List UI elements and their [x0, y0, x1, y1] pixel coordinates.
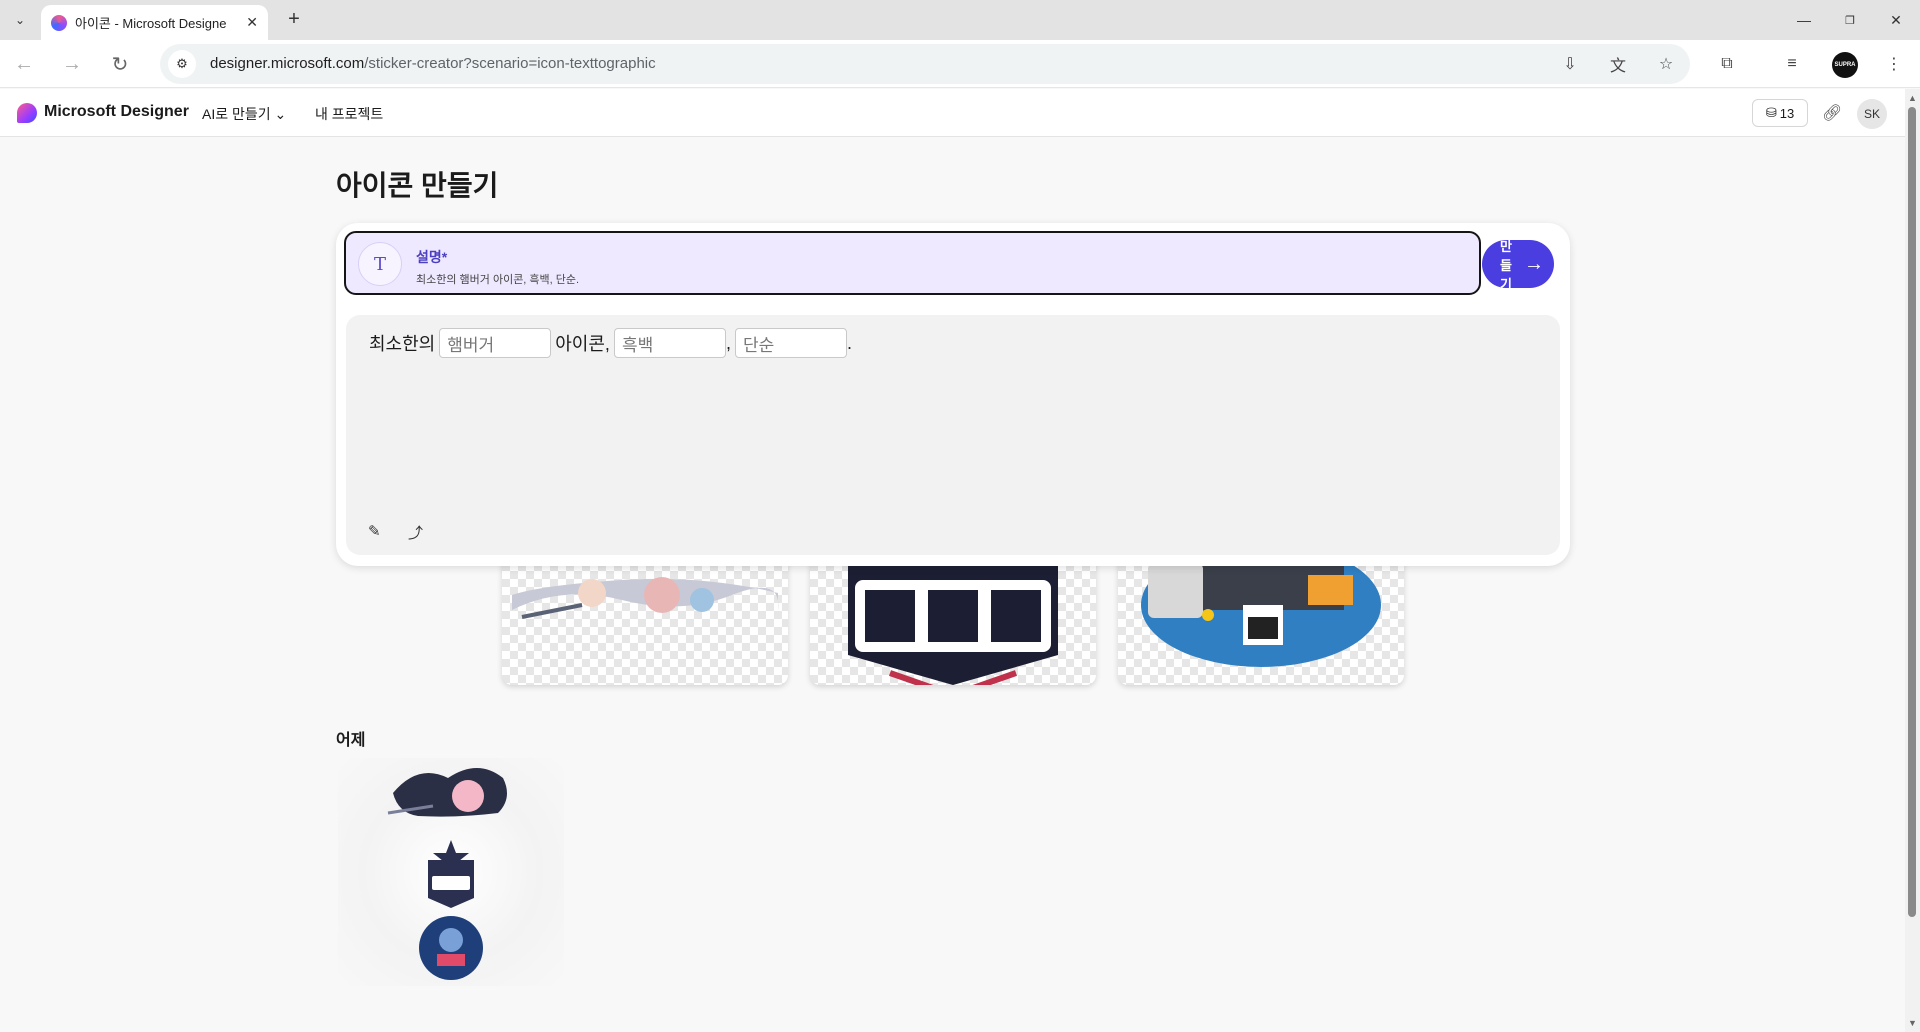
- unicorn-sticker-image: [512, 577, 779, 619]
- team-logo-sticker-image: [848, 555, 1058, 685]
- nav-my-projects[interactable]: 내 프로젝트: [315, 104, 383, 124]
- url-host: designer.microsoft.com: [210, 55, 365, 72]
- address-bar[interactable]: ⚙ designer.microsoft.com/sticker-creator…: [160, 44, 1690, 84]
- designer-favicon-icon: [51, 14, 67, 31]
- page-scrollbar[interactable]: ▲ ▼: [1905, 89, 1920, 1032]
- color-field[interactable]: 흑백: [613, 328, 726, 358]
- subject-field[interactable]: 햄버거: [439, 328, 552, 358]
- sentence-separator: ,: [725, 332, 731, 353]
- app-header: Microsoft Designer AI로 만들기 ⌄ 내 프로젝트 ⛁ 13…: [0, 89, 1905, 137]
- restore-icon[interactable]: ❐: [1827, 0, 1873, 40]
- browser-toolbar: ← → ↻ ⚙ designer.microsoft.com/sticker-c…: [0, 40, 1920, 88]
- credits-count: 13: [1779, 105, 1795, 121]
- brand-name[interactable]: Microsoft Designer: [44, 103, 189, 121]
- gamer-room-sticker-image: [1141, 555, 1381, 667]
- chevron-down-icon: ⌄: [274, 106, 287, 122]
- scroll-down-arrow-icon[interactable]: ▼: [1908, 1018, 1917, 1028]
- description-summary: 최소한의 햄버거 아이콘, 흑백, 단순.: [416, 274, 580, 286]
- browser-tab-bar: ⌄ 아이콘 - Microsoft Designe ✕ + — ❐ ✕: [0, 0, 1920, 40]
- yesterday-heading: 어제: [336, 732, 366, 749]
- new-tab-plus-icon[interactable]: +: [282, 8, 306, 32]
- make-button[interactable]: 만들기 →: [1482, 240, 1554, 288]
- window-close-icon[interactable]: ✕: [1873, 0, 1919, 40]
- arrow-right-icon: →: [1524, 252, 1544, 275]
- text-plus-icon: T: [358, 242, 402, 286]
- url-path: /sticker-creator?scenario=icon-texttogra…: [364, 55, 656, 72]
- tab-title: 아이콘 - Microsoft Designe: [75, 16, 227, 31]
- extensions-puzzle-icon[interactable]: ⧉: [1714, 52, 1740, 76]
- description-label: 설명*: [416, 249, 448, 265]
- media-playlist-icon[interactable]: ≡: [1779, 52, 1805, 76]
- prompt-sentence: 최소한의 햄버거 아이콘, 흑백 , 단순 .: [369, 327, 852, 359]
- make-button-label: 만들기: [1500, 240, 1512, 288]
- scrollbar-thumb[interactable]: [1908, 107, 1916, 917]
- site-info-tune-icon[interactable]: ⚙: [168, 50, 196, 78]
- browser-menu-kebab-icon[interactable]: ⋮: [1881, 52, 1907, 76]
- minimize-icon[interactable]: —: [1781, 0, 1827, 40]
- gallery-item-team-logo-sticker[interactable]: [810, 555, 1096, 685]
- bookmark-star-icon[interactable]: ☆: [1653, 52, 1679, 76]
- reload-icon[interactable]: ↻: [104, 48, 136, 80]
- coin-stack-icon: ⛁: [1765, 105, 1777, 120]
- prompt-editor: 최소한의 햄버거 아이콘, 흑백 , 단순 . ✎ ⤴: [346, 315, 1560, 555]
- sentence-suffix: .: [846, 332, 852, 353]
- recent-stickers-image: [387, 768, 507, 980]
- rewrite-pen-sparkle-icon[interactable]: ✎: [368, 522, 381, 540]
- back-arrow-icon[interactable]: ←: [8, 48, 40, 80]
- recent-creation-thumbnail[interactable]: [338, 758, 564, 986]
- tab-close-icon[interactable]: ✕: [246, 14, 258, 31]
- prompt-card: T 설명* 최소한의 햄버거 아이콘, 흑백, 단순. 만들기 → 최소한의 햄…: [336, 223, 1570, 566]
- share-link-icon[interactable]: 🔗︎: [1822, 103, 1842, 123]
- page-title: 아이콘 만들기: [336, 170, 499, 201]
- credits-badge[interactable]: ⛁ 13: [1752, 99, 1808, 127]
- sentence-prefix: 최소한의: [369, 334, 436, 354]
- browser-tab[interactable]: 아이콘 - Microsoft Designe ✕: [41, 5, 268, 40]
- browser-profile-avatar[interactable]: SUPRA: [1832, 52, 1858, 78]
- share-prompt-icon[interactable]: ⤴: [408, 522, 423, 543]
- scroll-up-arrow-icon[interactable]: ▲: [1908, 93, 1917, 103]
- url-text[interactable]: designer.microsoft.com/sticker-creator?s…: [210, 55, 656, 72]
- install-icon[interactable]: ⇩: [1557, 52, 1583, 76]
- sentence-mid: 아이콘,: [555, 334, 610, 354]
- translate-icon[interactable]: 文: [1605, 52, 1631, 76]
- nav-create-with-ai[interactable]: AI로 만들기 ⌄: [202, 104, 286, 124]
- gallery-item-unicorn-sticker[interactable]: [502, 555, 788, 685]
- designer-logo-icon[interactable]: [17, 103, 37, 123]
- nav-create-label: AI로 만들기: [202, 106, 271, 122]
- forward-arrow-icon[interactable]: →: [56, 48, 88, 80]
- user-avatar[interactable]: SK: [1857, 99, 1887, 129]
- gallery-item-gamer-room-sticker[interactable]: [1118, 555, 1404, 685]
- tab-search-chevron-icon[interactable]: ⌄: [8, 8, 32, 32]
- style-field[interactable]: 단순: [734, 328, 847, 358]
- description-tab[interactable]: T 설명* 최소한의 햄버거 아이콘, 흑백, 단순.: [344, 231, 1481, 295]
